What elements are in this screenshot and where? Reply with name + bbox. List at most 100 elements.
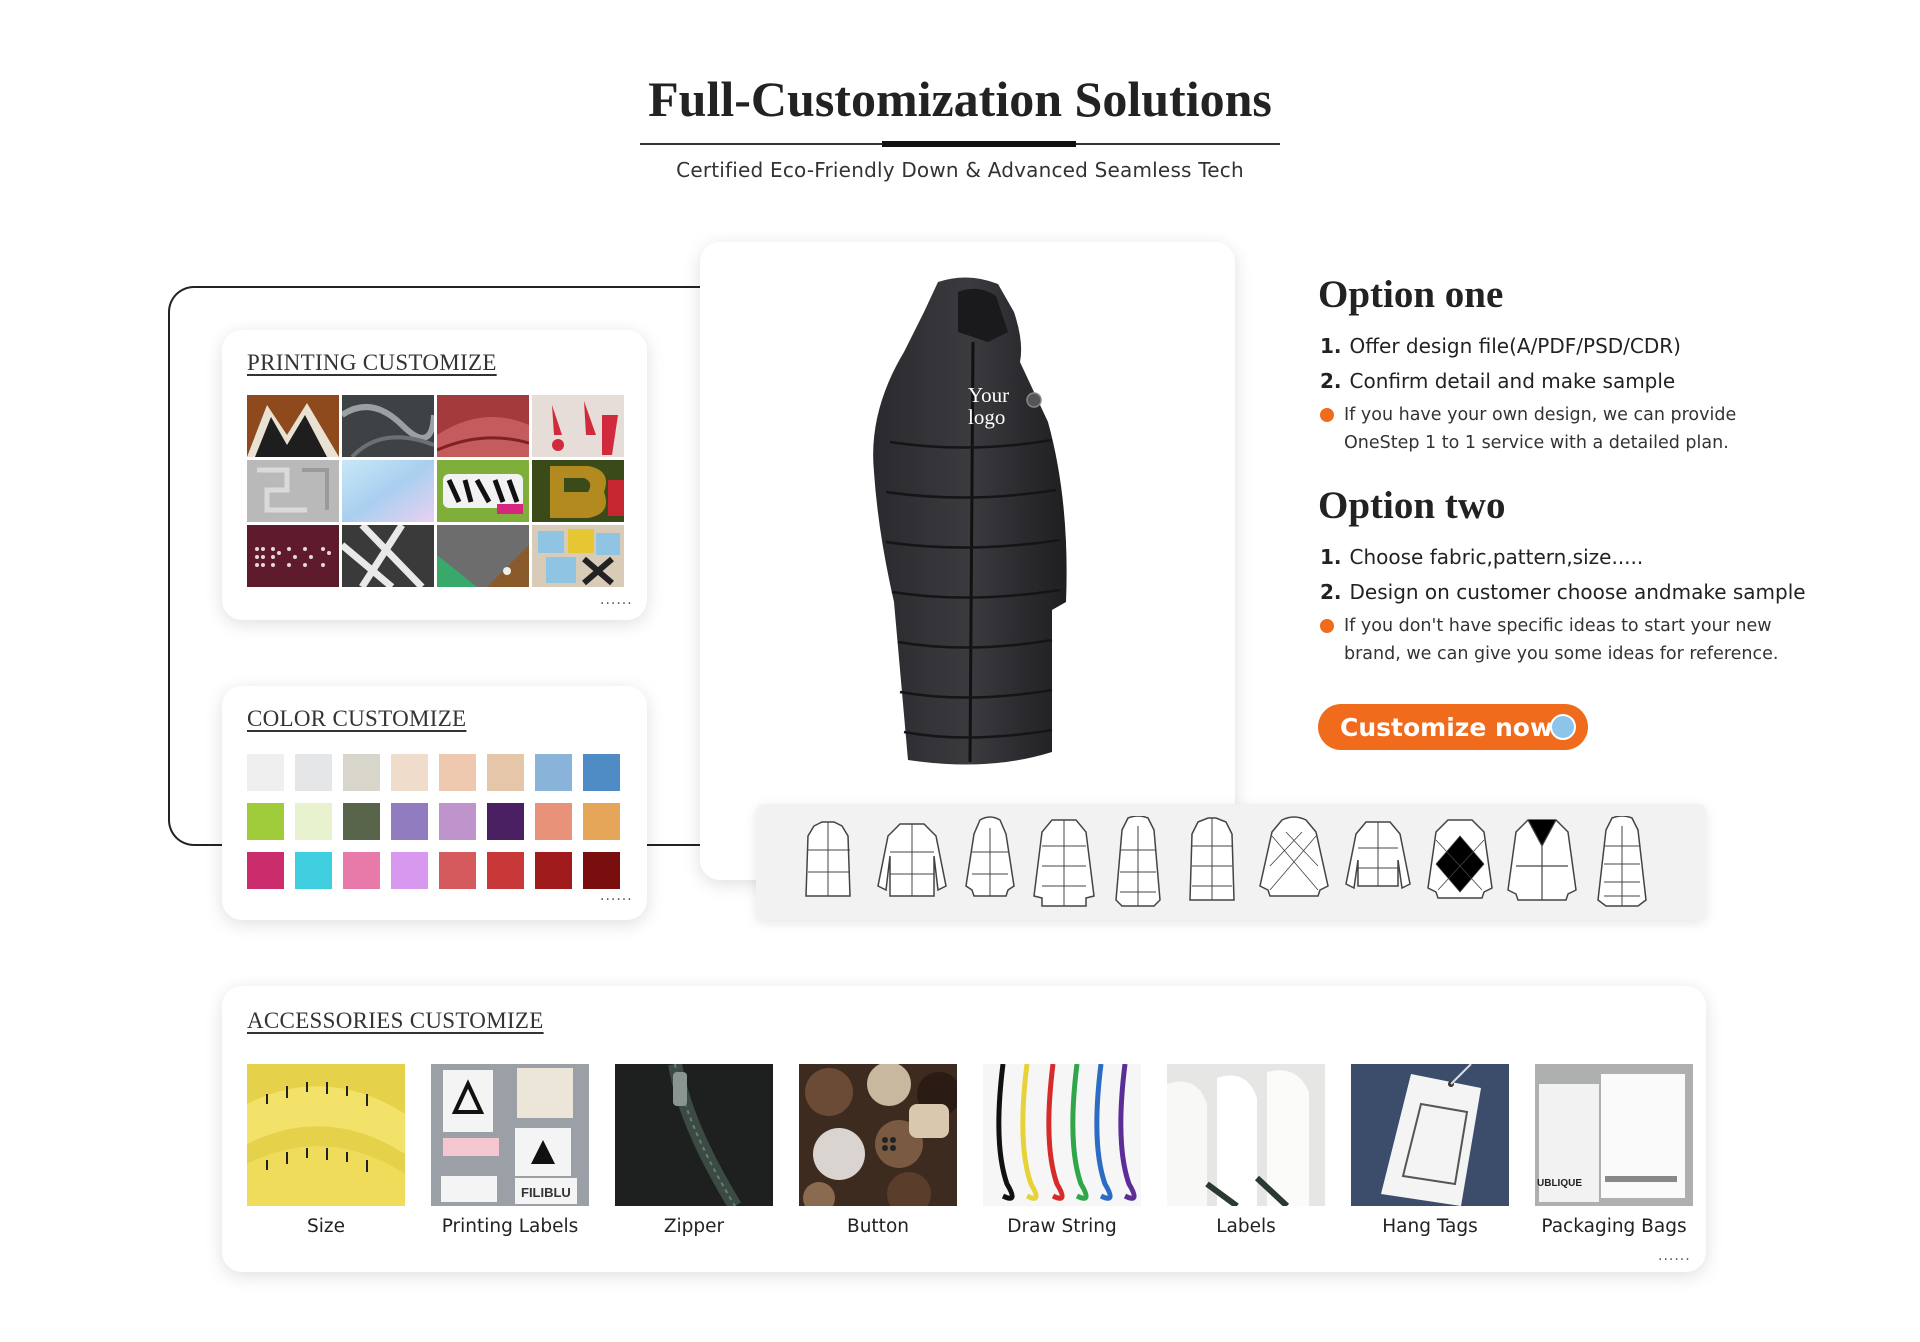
labels-image — [1167, 1064, 1325, 1206]
accessory-label: Button — [847, 1216, 909, 1237]
color-more-indicator: ...... — [600, 888, 633, 904]
printing-sample-puff-print[interactable] — [532, 395, 624, 457]
color-customize-card: COLOR CUSTOMIZE ...... — [222, 686, 647, 920]
option-one-title: Option one — [1318, 273, 1504, 316]
printing-sample-felt-triangle[interactable] — [437, 525, 529, 587]
hooded-puffer-sketch-icon[interactable] — [962, 816, 1018, 904]
page-subtitle: Certified Eco-Friendly Down & Advanced S… — [676, 158, 1244, 182]
color-swatch-6[interactable] — [487, 754, 524, 791]
printing-customize-card: PRINTING CUSTOMIZE ...... — [222, 330, 647, 620]
customize-now-label: Customize now — [1340, 712, 1554, 742]
accessories-customize-card: ACCESSORIES CUSTOMIZE Size FILIBLU Print… — [222, 986, 1706, 1272]
option-one-step-1: 1. Offer design file(A/PDF/PSD/CDR) — [1320, 334, 1681, 358]
printing-sample-holographic[interactable] — [342, 460, 434, 522]
step-number: 2. — [1320, 580, 1342, 604]
color-swatch-3[interactable] — [343, 754, 380, 791]
long-quilted-sketch-icon[interactable] — [1592, 816, 1652, 908]
printing-sample-chenille-patch[interactable] — [247, 395, 339, 457]
bag-brand-text: UBLIQUE — [1537, 1178, 1582, 1189]
printing-sample-red-print[interactable] — [437, 395, 529, 457]
option-two-title: Option two — [1318, 484, 1506, 527]
printing-sample-debossed-grey[interactable] — [247, 460, 339, 522]
accessory-item-zipper[interactable]: Zipper — [615, 1064, 773, 1237]
color-swatch-16[interactable] — [583, 803, 620, 840]
color-swatch-15[interactable] — [535, 803, 572, 840]
color-swatch-20[interactable] — [391, 852, 428, 889]
logo-placeholder-line1: Your — [968, 383, 1009, 407]
option-two-step-1: 1. Choose fabric,pattern,size..... — [1320, 545, 1643, 569]
printing-sample-3d-stitch[interactable] — [342, 525, 434, 587]
printing-sample-embossed-dark[interactable] — [342, 395, 434, 457]
cursor-badge-icon — [1550, 714, 1576, 740]
printing-labels-image: FILIBLU — [431, 1064, 589, 1206]
accessory-item-button[interactable]: Button — [799, 1064, 957, 1237]
step-number: 1. — [1320, 545, 1342, 569]
label-brand-text: FILIBLU — [521, 1185, 571, 1200]
color-swatch-2[interactable] — [295, 754, 332, 791]
color-swatch-8[interactable] — [583, 754, 620, 791]
printing-samples-grid — [247, 395, 625, 591]
color-swatch-14[interactable] — [487, 803, 524, 840]
accessory-label: Size — [307, 1216, 345, 1237]
step-text: Design on customer choose andmake sample — [1349, 580, 1806, 604]
accessory-item-hang-tags[interactable]: Hang Tags — [1351, 1064, 1509, 1237]
draw-strings-image — [983, 1064, 1141, 1206]
color-swatch-23[interactable] — [535, 852, 572, 889]
cropped-puffer-sketch-icon[interactable] — [1344, 816, 1412, 904]
accessory-item-printing-labels[interactable]: FILIBLU Printing Labels — [431, 1064, 589, 1237]
measuring-tape-image — [247, 1064, 405, 1206]
printing-sample-graffiti-patch[interactable] — [437, 460, 529, 522]
printing-more-indicator: ...... — [600, 592, 633, 608]
color-swatch-17[interactable] — [247, 852, 284, 889]
long-hooded-sketch-icon[interactable] — [1110, 816, 1166, 908]
printing-customize-title: PRINTING CUSTOMIZE — [247, 350, 497, 375]
step-number: 2. — [1320, 369, 1342, 393]
belted-coat-sketch-icon[interactable] — [1506, 816, 1578, 904]
customize-now-button[interactable]: Customize now — [1318, 704, 1588, 750]
printing-sample-letter-patches[interactable] — [532, 525, 624, 587]
puffer-coat-image: Your logo — [873, 277, 1067, 765]
color-swatch-10[interactable] — [295, 803, 332, 840]
short-puffer-sketch-icon[interactable] — [876, 816, 948, 904]
accessories-customize-title: ACCESSORIES CUSTOMIZE — [247, 1008, 544, 1033]
printing-sample-rhinestone[interactable] — [247, 525, 339, 587]
color-swatch-19[interactable] — [343, 852, 380, 889]
orange-bullet-icon — [1320, 408, 1334, 422]
step-text: Offer design file(A/PDF/PSD/CDR) — [1349, 334, 1681, 358]
color-swatch-22[interactable] — [487, 852, 524, 889]
option-one-step-2: 2. Confirm detail and make sample — [1320, 369, 1675, 393]
step-text: Confirm detail and make sample — [1349, 369, 1676, 393]
accessory-label: Zipper — [663, 1216, 725, 1237]
color-swatch-5[interactable] — [439, 754, 476, 791]
accessory-item-size[interactable]: Size — [247, 1064, 405, 1237]
long-vest-sketch-icon[interactable] — [1184, 816, 1240, 904]
color-swatch-1[interactable] — [247, 754, 284, 791]
printing-sample-glitter-letter[interactable] — [532, 460, 624, 522]
accessory-label: Hang Tags — [1382, 1216, 1478, 1237]
note-text: If you don't have specific ideas to star… — [1344, 616, 1779, 664]
color-swatch-4[interactable] — [391, 754, 428, 791]
color-swatch-18[interactable] — [295, 852, 332, 889]
color-swatch-11[interactable] — [343, 803, 380, 840]
color-swatch-24[interactable] — [583, 852, 620, 889]
accessory-label: Draw String — [1007, 1216, 1117, 1237]
title-divider-accent — [882, 141, 1076, 147]
color-swatch-21[interactable] — [439, 852, 476, 889]
packaging-bags-image: UBLIQUE — [1535, 1064, 1693, 1206]
vest-sketch-icon[interactable] — [800, 816, 856, 904]
buttons-image — [799, 1064, 957, 1206]
step-text: Choose fabric,pattern,size..... — [1349, 545, 1644, 569]
diamond-quilt-sketch-icon[interactable] — [1426, 816, 1494, 904]
color-swatch-12[interactable] — [391, 803, 428, 840]
color-swatch-13[interactable] — [439, 803, 476, 840]
color-swatch-9[interactable] — [247, 803, 284, 840]
color-swatch-7[interactable] — [535, 754, 572, 791]
accessory-item-packaging-bags[interactable]: UBLIQUE Packaging Bags — [1535, 1064, 1693, 1237]
accessory-item-draw-string[interactable]: Draw String — [983, 1064, 1141, 1237]
quilted-hooded-sketch-icon[interactable] — [1256, 816, 1332, 904]
long-puffer-sketch-icon[interactable] — [1032, 816, 1096, 908]
note-text: If you have your own design, we can prov… — [1344, 405, 1737, 453]
style-sketch-strip — [756, 804, 1706, 920]
accessory-item-labels[interactable]: Labels — [1167, 1064, 1325, 1237]
page-title: Full-Customization Solutions — [648, 71, 1272, 127]
